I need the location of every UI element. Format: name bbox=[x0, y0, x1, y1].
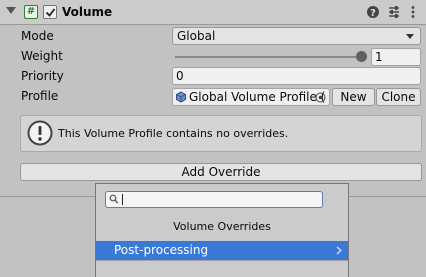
popup-title: Volume Overrides bbox=[173, 220, 271, 233]
weight-label: Weight bbox=[21, 49, 63, 63]
weight-slider-handle[interactable] bbox=[356, 51, 367, 62]
presets-icon[interactable] bbox=[387, 5, 401, 19]
profile-object-field[interactable]: Global Volume Profile ( bbox=[172, 88, 330, 106]
weight-field[interactable]: 1 bbox=[371, 48, 421, 66]
volume-component-icon: # bbox=[24, 5, 38, 19]
search-input[interactable] bbox=[105, 191, 323, 208]
object-picker-icon[interactable] bbox=[315, 92, 326, 103]
component-header: # Volume ? bbox=[0, 0, 426, 25]
menu-item-label: Post-processing bbox=[114, 243, 209, 257]
mode-label: Mode bbox=[21, 29, 54, 43]
help-text: This Volume Profile contains no override… bbox=[58, 127, 289, 140]
divider bbox=[96, 260, 348, 261]
chevron-right-icon bbox=[336, 246, 342, 255]
add-override-button[interactable]: Add Override bbox=[20, 163, 422, 181]
more-icon[interactable] bbox=[406, 5, 420, 19]
help-box: This Volume Profile contains no override… bbox=[20, 115, 422, 152]
profile-label: Profile bbox=[21, 89, 59, 103]
menu-item-post-processing[interactable]: Post-processing bbox=[96, 241, 348, 260]
priority-value: 0 bbox=[176, 69, 184, 83]
priority-label: Priority bbox=[21, 69, 64, 83]
component-title: Volume bbox=[62, 5, 113, 19]
text-caret bbox=[122, 194, 123, 205]
help-icon[interactable]: ? bbox=[366, 5, 380, 19]
enabled-checkbox[interactable] bbox=[43, 5, 57, 19]
svg-text:?: ? bbox=[370, 8, 376, 19]
clone-profile-button[interactable]: Clone bbox=[376, 88, 421, 106]
search-icon bbox=[109, 194, 119, 204]
weight-slider-track[interactable] bbox=[175, 56, 367, 58]
priority-field[interactable]: 0 bbox=[172, 67, 421, 85]
new-profile-button[interactable]: New bbox=[332, 88, 375, 106]
volume-profile-icon bbox=[176, 91, 186, 103]
weight-value: 1 bbox=[375, 50, 383, 64]
info-icon bbox=[27, 120, 53, 146]
foldout-arrow-icon[interactable] bbox=[6, 7, 16, 14]
profile-value: Global Volume Profile ( bbox=[189, 90, 326, 104]
mode-value: Global bbox=[177, 29, 216, 43]
volume-overrides-popup: Volume Overrides Post-processing bbox=[95, 183, 349, 277]
mode-dropdown[interactable]: Global bbox=[172, 27, 421, 45]
chevron-down-icon bbox=[406, 34, 414, 39]
